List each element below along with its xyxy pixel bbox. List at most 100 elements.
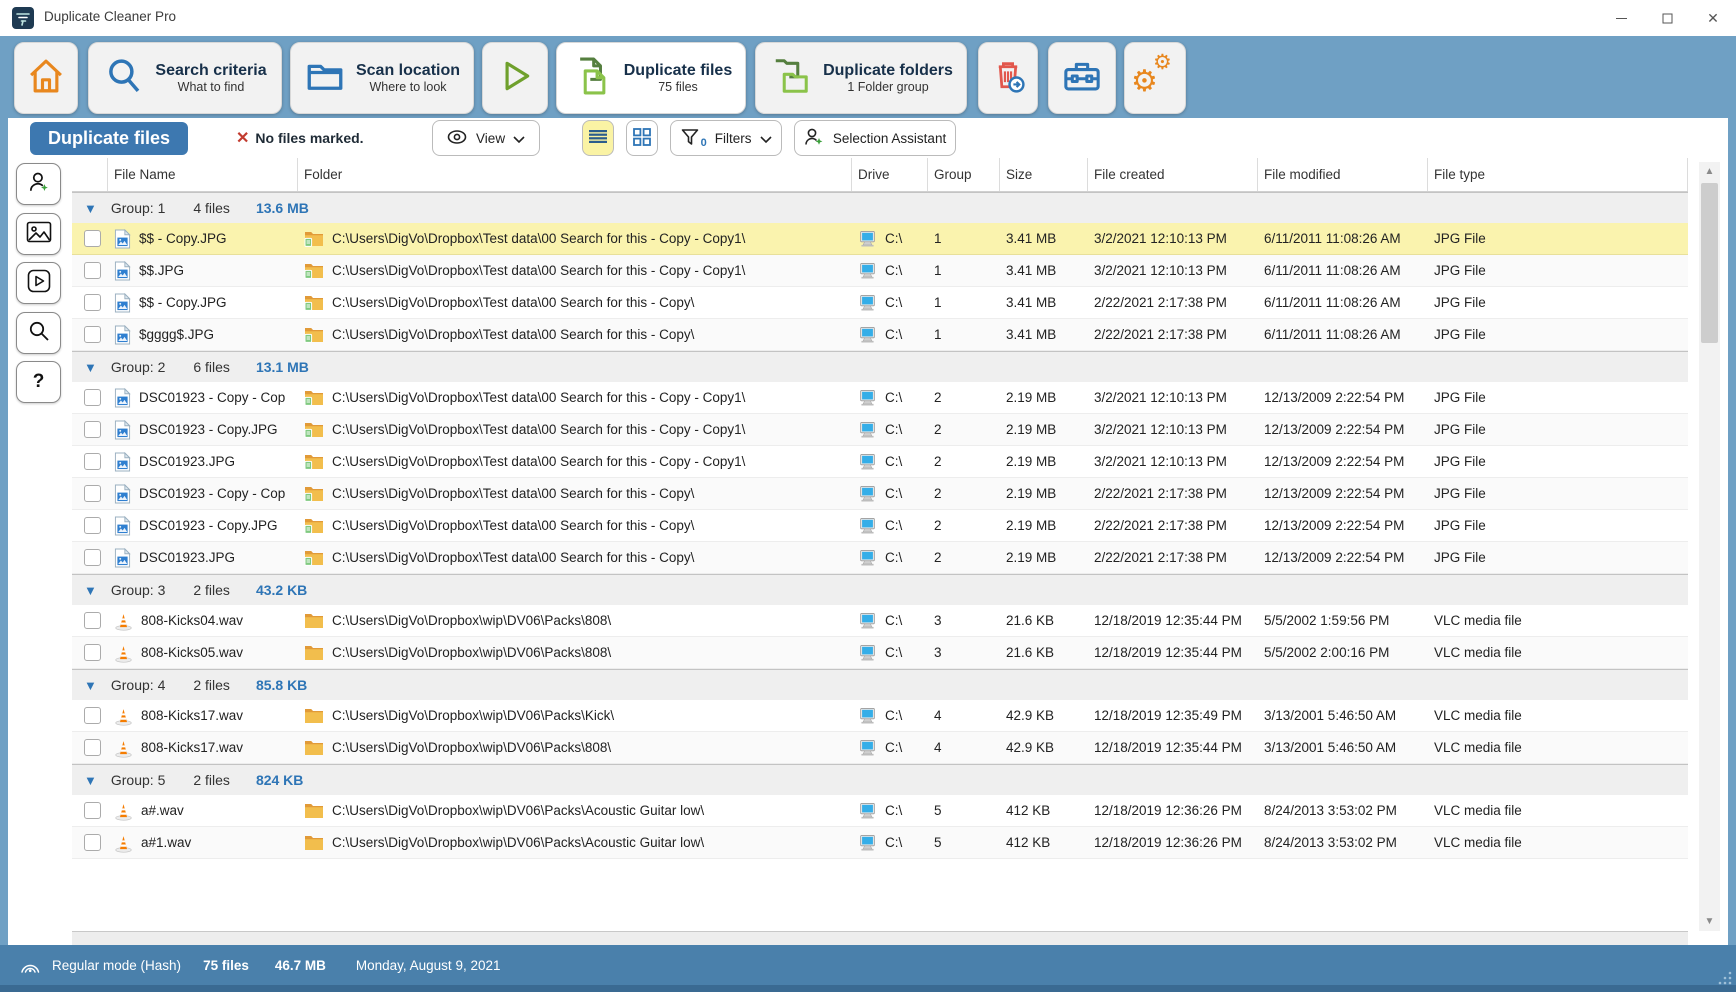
row-checkbox[interactable] [84,834,101,851]
table-row[interactable]: 808-Kicks17.wav C:\Users\DigVo\Dropbox\w… [72,700,1688,732]
maximize-button[interactable] [1644,0,1690,36]
group-header[interactable]: ▼Group: 32 files43.2 KB [72,574,1688,605]
row-checkbox[interactable] [84,421,101,438]
selection-assistant-button[interactable]: Selection Assistant [794,120,956,156]
row-checkbox[interactable] [84,517,101,534]
file-size: 21.6 KB [1000,637,1088,668]
scan-location-tab[interactable]: Scan location Where to look [290,42,474,114]
row-checkbox[interactable] [84,612,101,629]
collapse-triangle-icon[interactable]: ▼ [84,773,97,788]
folder-icon [304,739,324,756]
row-checkbox[interactable] [84,707,101,724]
close-button[interactable]: ✕ [1690,0,1736,36]
sidebar-selection-assistant-button[interactable] [16,163,61,205]
row-checkbox[interactable] [84,326,101,343]
file-modified: 6/11/2011 11:08:26 AM [1258,255,1428,286]
col-file-created[interactable]: File created [1088,158,1258,191]
table-row[interactable]: DSC01923 - Copy - Cop C:\Users\DigVo\Dro… [72,478,1688,510]
table-row[interactable]: $$ - Copy.JPG C:\Users\DigVo\Dropbox\Tes… [72,223,1688,255]
group-header[interactable]: ▼Group: 26 files13.1 MB [72,351,1688,382]
tools-tab[interactable] [1048,42,1116,114]
group-header[interactable]: ▼Group: 42 files85.8 KB [72,669,1688,700]
row-checkbox[interactable] [84,739,101,756]
drive-letter: C:\ [885,550,902,565]
table-row[interactable]: $gggg$.JPG C:\Users\DigVo\Dropbox\Test d… [72,319,1688,351]
table-row[interactable]: 808-Kicks05.wav C:\Users\DigVo\Dropbox\w… [72,637,1688,669]
image-file-icon [114,261,131,281]
file-name: a#1.wav [141,835,191,850]
file-type: VLC media file [1428,700,1688,731]
collapse-triangle-icon[interactable]: ▼ [84,583,97,598]
chevron-down-icon [760,131,772,146]
duplicate-files-tab[interactable]: Duplicate files 75 files [556,42,746,114]
sidebar-play-preview-button[interactable] [16,262,61,304]
row-checkbox[interactable] [84,453,101,470]
row-checkbox[interactable] [84,644,101,661]
vertical-scrollbar[interactable]: ▲ ▼ [1699,162,1720,931]
table-row[interactable]: DSC01923 - Copy.JPG C:\Users\DigVo\Dropb… [72,510,1688,542]
row-checkbox[interactable] [84,485,101,502]
group-header[interactable]: ▼Group: 14 files13.6 MB [72,192,1688,223]
home-tab[interactable] [14,42,78,114]
table-row[interactable]: 808-Kicks17.wav C:\Users\DigVo\Dropbox\w… [72,732,1688,764]
duplicate-folders-icon [769,54,813,103]
table-row[interactable]: DSC01923.JPG C:\Users\DigVo\Dropbox\Test… [72,446,1688,478]
table-row[interactable]: a#1.wav C:\Users\DigVo\Dropbox\wip\DV06\… [72,827,1688,859]
table-row[interactable]: a#.wav C:\Users\DigVo\Dropbox\wip\DV06\P… [72,795,1688,827]
sidebar-search-button[interactable] [16,312,61,354]
col-file-type[interactable]: File type [1428,158,1688,191]
start-scan-tab[interactable] [482,42,548,114]
collapse-triangle-icon[interactable]: ▼ [84,360,97,375]
group-label: Group: 5 [111,772,165,788]
drive-letter: C:\ [885,835,902,850]
folder-with-doc-icon [304,326,324,343]
col-folder[interactable]: Folder [298,158,852,191]
table-row[interactable]: DSC01923 - Copy.JPG C:\Users\DigVo\Dropb… [72,414,1688,446]
folder-path: C:\Users\DigVo\Dropbox\Test data\00 Sear… [332,390,745,405]
col-size[interactable]: Size [1000,158,1088,191]
table-row[interactable]: $$.JPG C:\Users\DigVo\Dropbox\Test data\… [72,255,1688,287]
row-checkbox[interactable] [84,549,101,566]
table-row[interactable]: $$ - Copy.JPG C:\Users\DigVo\Dropbox\Tes… [72,287,1688,319]
minimize-button[interactable] [1598,0,1644,36]
sidebar-help-button[interactable]: ? [16,361,61,403]
col-drive[interactable]: Drive [852,158,928,191]
row-checkbox[interactable] [84,230,101,247]
search-criteria-icon [103,55,145,102]
collapse-triangle-icon[interactable]: ▼ [84,201,97,216]
col-file-modified[interactable]: File modified [1258,158,1428,191]
duplicate-folders-tab[interactable]: Duplicate folders 1 Folder group [755,42,967,114]
row-checkbox[interactable] [84,802,101,819]
duplicate-files-subtitle: 75 files [658,80,698,95]
sidebar-image-preview-button[interactable] [16,213,61,255]
settings-tab[interactable]: ⚙⚙ [1124,42,1186,114]
col-file-name[interactable]: File Name [108,158,298,191]
col-group[interactable]: Group [928,158,1000,191]
scrollbar-thumb[interactable] [1701,183,1718,343]
grid-view-button[interactable] [626,120,658,156]
vlc-file-icon [114,706,133,726]
removal-tab[interactable] [978,42,1038,114]
row-checkbox[interactable] [84,294,101,311]
group-number: 2 [928,542,1000,573]
vlc-file-icon [114,801,133,821]
row-checkbox[interactable] [84,262,101,279]
search-criteria-tab[interactable]: Search criteria What to find [88,42,282,114]
table-row[interactable]: DSC01923.JPG C:\Users\DigVo\Dropbox\Test… [72,542,1688,574]
group-header[interactable]: ▼Group: 52 files824 KB [72,764,1688,795]
file-type: VLC media file [1428,605,1688,636]
file-created: 3/2/2021 12:10:13 PM [1088,255,1258,286]
collapse-triangle-icon[interactable]: ▼ [84,678,97,693]
filters-button[interactable]: 0 Filters [670,120,782,156]
list-view-button[interactable] [582,120,614,156]
table-row[interactable]: 808-Kicks04.wav C:\Users\DigVo\Dropbox\w… [72,605,1688,637]
file-name: 808-Kicks05.wav [141,645,243,660]
duplicate-files-view-button[interactable]: Duplicate files [30,122,188,155]
scan-location-title: Scan location [356,61,460,80]
row-checkbox[interactable] [84,389,101,406]
table-row[interactable]: DSC01923 - Copy - Cop C:\Users\DigVo\Dro… [72,382,1688,414]
scroll-up-arrow[interactable]: ▲ [1699,162,1720,181]
view-button[interactable]: View [432,120,540,156]
scroll-down-arrow[interactable]: ▼ [1699,912,1720,931]
file-modified: 12/13/2009 2:22:54 PM [1258,414,1428,445]
